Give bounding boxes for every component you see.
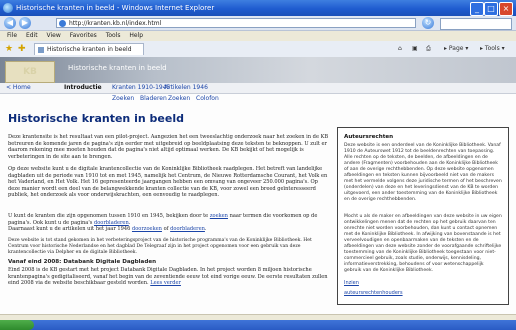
address-text: http://kranten.kb.nl/index.html	[69, 20, 162, 27]
zoeken-link[interactable]: zoeken	[210, 213, 228, 219]
browser-window: Historische kranten in beeld - Windows I…	[0, 0, 516, 330]
subnav-zoeken-2[interactable]: Zoeken	[168, 94, 190, 103]
databank-paragraph: Eind 2008 is de KB gestart met het proje…	[8, 267, 330, 287]
tab-bar: ★ ✚ Historische kranten in beeld ⌂ ▣ ⎙ ▸…	[0, 41, 516, 58]
intro-paragraph: Deze krantensite is het resultaat van ee…	[8, 134, 329, 160]
page-content: KB Historische kranten in beeld < Home I…	[0, 57, 516, 330]
section-heading: Vanaf eind 2008: Databank Digitale Dagbl…	[8, 259, 157, 265]
minimize-button[interactable]: _	[470, 2, 484, 16]
menu-view[interactable]: View	[47, 32, 61, 39]
address-toolbar: ◀ ▶ http://kranten.kb.nl/index.html ↻	[0, 16, 516, 31]
tools-menu[interactable]: ▸ Tools ▾	[480, 44, 505, 54]
doorbladeren-1946-link[interactable]: doorbladeren	[170, 226, 205, 232]
sidebar-text-1: Deze website is een onderdeel van de Kon…	[344, 143, 502, 202]
search-text-3: Daarnaast kunt u de artikelen uit het ja…	[8, 226, 131, 233]
inzien-link[interactable]: Inzien	[344, 280, 359, 286]
nav-home[interactable]: < Home	[6, 83, 31, 93]
add-favorite-icon[interactable]: ✚	[18, 44, 26, 54]
collection-paragraph: Op deze website kunt u de digitale krant…	[8, 166, 328, 199]
menu-help[interactable]: Help	[129, 32, 143, 39]
window-title: Historische kranten in beeld - Windows I…	[16, 4, 215, 12]
sub-nav: Zoeken Bladeren Zoeken Colofon	[0, 94, 516, 103]
menu-tools[interactable]: Tools	[106, 32, 121, 39]
nav-artikelen[interactable]: Artikelen 1946	[164, 83, 208, 93]
page-menu-label: Page	[448, 45, 464, 52]
sidebar-title: Auteursrechten	[344, 134, 394, 140]
address-bar[interactable]: http://kranten.kb.nl/index.html	[56, 18, 416, 28]
menu-file[interactable]: File	[7, 32, 17, 39]
tab-label: Historische kranten in beeld	[47, 46, 132, 53]
maximize-button[interactable]: □	[484, 2, 498, 16]
subnav-zoeken[interactable]: Zoeken	[112, 94, 134, 103]
main-nav: < Home Introductie Kranten 1910-1945 Art…	[0, 83, 516, 94]
search-text-1: U kunt de kranten die zijn opgenomen tus…	[8, 213, 209, 219]
tab-historische-kranten[interactable]: Historische kranten in beeld	[34, 43, 144, 55]
internet-explorer-icon	[3, 3, 13, 13]
search-paragraph: U kunt de kranten die zijn opgenomen tus…	[8, 213, 318, 233]
favorites-star-icon[interactable]: ★	[5, 44, 13, 54]
copyright-box: Auteursrechten Deze website is een onder…	[337, 127, 509, 305]
subnav-colofon[interactable]: Colofon	[196, 94, 219, 103]
sidebar-text-2: Mocht u als de maker en afbeeldingen van…	[344, 214, 502, 273]
page-icon	[59, 20, 66, 27]
lees-verder-link[interactable]: Lees verder	[150, 280, 181, 286]
menu-bar: File Edit View Favorites Tools Help	[0, 31, 516, 41]
doorzoeken-link[interactable]: doorzoeken	[132, 226, 162, 232]
back-button[interactable]: ◀	[4, 17, 16, 29]
site-title: Historische kranten in beeld	[68, 64, 167, 72]
close-button[interactable]: ×	[499, 2, 513, 16]
nav-introductie[interactable]: Introductie	[64, 83, 102, 93]
feeds-icon[interactable]: ▣	[412, 44, 418, 54]
search-input[interactable]	[440, 18, 512, 30]
forward-button[interactable]: ▶	[19, 17, 31, 29]
menu-favorites[interactable]: Favorites	[70, 32, 97, 39]
refresh-button[interactable]: ↻	[422, 17, 434, 29]
project-note: Deze website is tot stand gekomen in het…	[8, 238, 312, 255]
menu-edit[interactable]: Edit	[26, 32, 38, 39]
page-menu[interactable]: ▸ Page ▾	[444, 44, 468, 54]
nav-kranten[interactable]: Kranten 1910-1945	[112, 83, 170, 93]
subnav-bladeren[interactable]: Bladeren	[140, 94, 167, 103]
site-header: KB Historische kranten in beeld	[0, 57, 516, 83]
taskbar	[0, 320, 516, 330]
tools-menu-label: Tools	[484, 45, 500, 52]
search-text-4: of	[163, 226, 169, 233]
doorbladeren-link[interactable]: doorbladeren	[94, 220, 129, 226]
home-icon[interactable]: ⌂	[398, 44, 402, 54]
title-bar: Historische kranten in beeld - Windows I…	[0, 0, 516, 16]
start-button[interactable]	[0, 320, 34, 330]
print-icon[interactable]: ⎙	[426, 44, 431, 54]
rechthebbenden-link[interactable]: auteursrechtenhouders	[344, 290, 403, 296]
tab-favicon	[38, 47, 44, 53]
page-title: Historische kranten in beeld	[8, 112, 184, 125]
site-logo[interactable]: KB	[5, 61, 55, 83]
